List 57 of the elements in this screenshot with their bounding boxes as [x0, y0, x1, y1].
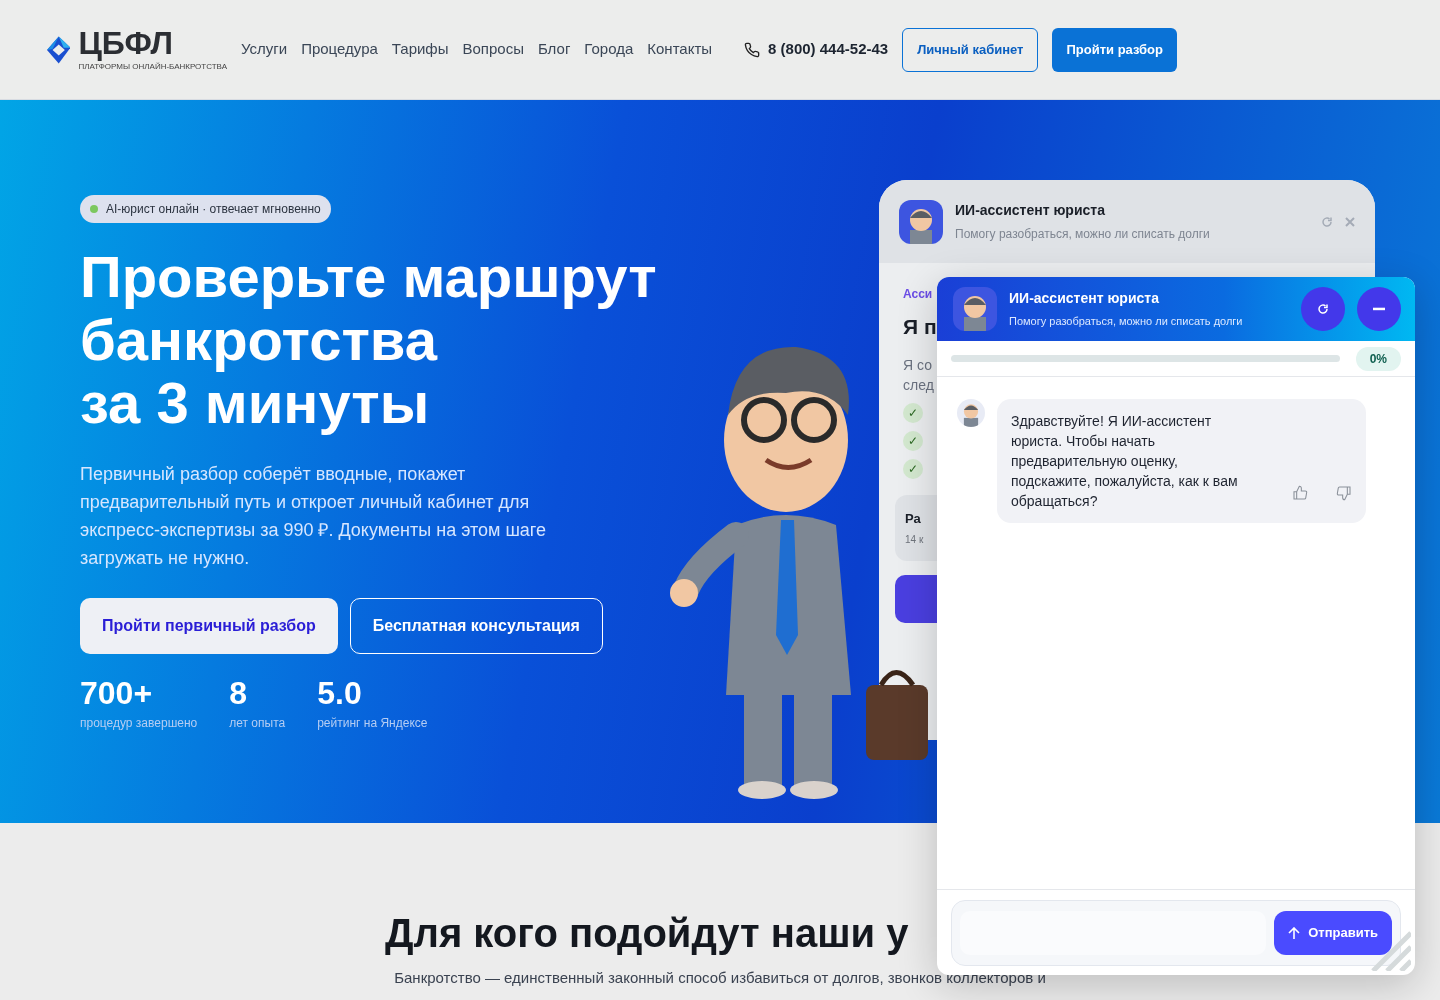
card-eyebrow: Асси [903, 286, 933, 303]
chat-subtitle: Помогу разобраться, можно ли списать долги [1009, 314, 1243, 330]
hero-title-line: банкротства [80, 308, 437, 371]
refresh-icon[interactable] [1321, 215, 1333, 228]
hero-description: Первичный разбор соберёт вводные, покажет предварительный путь и откроет личный кабинет для экспресс-экспертизы за 990 ₽. Документы на этом шаге загружать не нужно. [80, 463, 548, 570]
assistant-subtitle: Помогу разобраться, можно ли списать долги [955, 226, 1210, 243]
section-subtitle: Банкротство — единственный законный способ избавиться от долгов, звонков коллекторов и [394, 969, 1046, 987]
button-edge [895, 574, 937, 623]
avatar-icon [957, 399, 985, 427]
logo-text: ЦБФЛ [78, 26, 173, 59]
minimize-button[interactable] [1357, 287, 1401, 331]
nav-link[interactable]: Блог [537, 38, 571, 61]
card-heading: Я п [903, 314, 937, 340]
phone-icon [744, 41, 761, 58]
arrow-up-icon [1288, 926, 1301, 940]
block-title: Ра [905, 509, 921, 528]
nav-link[interactable]: Услуги [241, 38, 288, 61]
card-text: след [903, 375, 934, 395]
send-button[interactable]: Отправить [1274, 911, 1392, 955]
logo-tagline: ПЛАТФОРМЫ ОНЛАЙН-БАНКРОТСТВА [78, 61, 227, 73]
stat-value: 5.0 [317, 676, 362, 710]
close-icon[interactable] [1345, 216, 1355, 227]
nav-link[interactable]: Города [584, 38, 634, 61]
stat-label: процедур завершено [80, 715, 198, 732]
thumbs-down-icon[interactable] [1336, 485, 1352, 501]
stat-value: 700+ [80, 676, 153, 710]
nav-link[interactable]: Тарифы [391, 38, 449, 61]
badge-text: AI-юрист онлайн · отвечает мгновенно [106, 201, 321, 218]
hero-title-line: Проверьте маршрут [80, 245, 657, 308]
hero-button[interactable]: Бесплатная консультация [349, 598, 603, 654]
hero-title-line: за 3 минуты [80, 371, 430, 434]
assistant-title: ИИ-ассистент юриста [955, 201, 1105, 220]
nav-link[interactable]: Процедура [301, 38, 378, 61]
stat-label: рейтинг на Яндексе [317, 715, 428, 732]
header-button[interactable]: Личный кабинет [902, 27, 1039, 72]
refresh-button[interactable] [1301, 287, 1345, 331]
nav-link[interactable]: Вопросы [462, 38, 524, 61]
message-text: Здравствуйте! Я ИИ-ассистент юриста. Чтобы начать предварительную оценку, подскажите, пожалуйста, как к вам обращаться? [1011, 412, 1239, 511]
phone-number[interactable]: 8 (800) 444-52-43 [768, 38, 889, 61]
check-icon: ✓ [903, 458, 923, 479]
block-subtitle: 14 к [905, 533, 924, 547]
avatar-icon [899, 199, 943, 244]
minus-icon [1373, 307, 1385, 311]
card-text: Я со [903, 355, 932, 375]
check-icon: ✓ [903, 430, 923, 451]
progress-percent: 0% [1355, 346, 1401, 371]
section-heading: Для кого подойдут наши у [385, 910, 909, 957]
nav-link[interactable]: Контакты [647, 38, 713, 61]
header-button[interactable]: Пройти разбор [1052, 27, 1177, 72]
check-icon: ✓ [903, 402, 923, 423]
thumbs-up-icon[interactable] [1292, 485, 1308, 501]
stat-label: лет опыта [229, 715, 286, 732]
hero-button[interactable]: Пройти первичный разбор [80, 598, 338, 654]
chat-title: ИИ-ассистент юриста [1009, 289, 1159, 309]
stat-value: 8 [229, 676, 248, 710]
avatar-icon [953, 287, 997, 331]
refresh-icon [1317, 303, 1329, 315]
